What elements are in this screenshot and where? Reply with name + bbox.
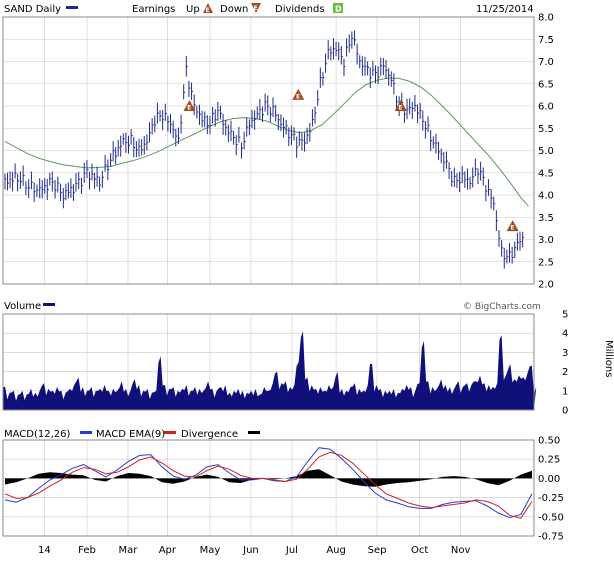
x-tick-label: Jul (285, 545, 298, 556)
macd-grid (3, 439, 534, 537)
x-tick-label: Aug (326, 545, 346, 556)
volume-tick-label: 0 (562, 406, 568, 417)
earnings-label: Earnings (132, 4, 175, 15)
price-tick-label: 8.0 (538, 13, 554, 24)
price-tick-label: 6.5 (538, 79, 554, 90)
divergence-legend-swatch (248, 431, 260, 434)
green-square-d-icon: D (333, 3, 343, 14)
chart-date: 11/25/2014 (476, 4, 534, 15)
moving-average-line (4, 77, 529, 207)
price-tick-label: 3.0 (538, 235, 554, 246)
symbol-label: SAND Daily (4, 4, 61, 15)
macd-legend-swatch (80, 431, 92, 434)
earnings-marker: E (292, 88, 305, 100)
x-tick-label: 14 (38, 545, 51, 556)
price-tick-label: 3.5 (538, 213, 554, 224)
macd-axis: 0.50 0.25 0.00 -0.25 -0.50 -0.75 (538, 436, 564, 543)
dividend-glyph: D (335, 5, 342, 14)
macd-tick-label: 0.50 (538, 436, 560, 447)
divergence-histogram (5, 469, 532, 487)
price-tick-label: 7.5 (538, 35, 554, 46)
macd-title: MACD(12,26) (4, 429, 71, 440)
price-tick-label: 2.5 (538, 257, 554, 268)
watermark: © BigCharts.com (463, 302, 541, 312)
volume-title: volume (4, 301, 41, 312)
ema-legend-swatch (164, 431, 176, 434)
macd-line (4, 447, 533, 519)
chart-header: SAND Daily Earnings Up E Down E Dividend… (4, 3, 534, 15)
x-tick-label: May (200, 545, 221, 556)
macd-tick-label: -0.75 (538, 532, 564, 543)
price-tick-label: 6.0 (538, 102, 554, 113)
earnings-marker: E (506, 220, 519, 232)
triangle-e-icon: E (203, 3, 213, 14)
volume-area (3, 331, 537, 410)
volume-axis-label: Millions (603, 340, 614, 377)
up-label: Up (186, 4, 200, 15)
divergence-area (5, 469, 532, 487)
volume-panel: volume © BigCharts.com 5 4 3 2 1 0 Millions (2, 301, 614, 417)
macd-ema-line (4, 451, 533, 519)
earnings-marker-glyph: E (187, 105, 191, 112)
earnings-markers: E E E E (183, 88, 519, 232)
volume-tick-label: 3 (562, 348, 568, 359)
earnings-marker-glyph: E (296, 93, 300, 100)
down-label: Down (220, 4, 248, 15)
x-tick-label: Feb (78, 545, 96, 556)
price-tick-label: 2.0 (538, 280, 554, 291)
x-tick-label: Nov (451, 545, 471, 556)
price-tick-label: 5.0 (538, 146, 554, 157)
price-tick-label: 5.5 (538, 124, 554, 135)
dividends-label: Dividends (275, 4, 325, 15)
x-tick-label: Oct (411, 545, 428, 556)
x-tick-label: Mar (119, 545, 139, 556)
price-grid (3, 16, 534, 285)
macd-panel: MACD(12,26) MACD EMA(9) Divergence 0.500… (2, 429, 564, 543)
price-panel: 8.07.57.06.56.05.55.04.54.03.53.02.52.0 … (2, 13, 554, 291)
volume-tick-label: 2 (562, 367, 568, 378)
price-tick-label: 4.5 (538, 168, 554, 179)
earnings-down-glyph: E (254, 5, 258, 12)
volume-axis: 5 4 3 2 1 0 (562, 310, 568, 417)
macd-tick-label: 0.25 (538, 455, 560, 466)
x-tick-label: Sep (368, 545, 387, 556)
macd-frame (2, 439, 535, 537)
price-tick-label: 7.0 (538, 57, 554, 68)
macd-tick-label: -0.50 (538, 512, 564, 523)
x-tick-label: Jun (242, 545, 259, 556)
price-bars (4, 30, 525, 269)
price-tick-label: 4.0 (538, 191, 554, 202)
earnings-up-glyph: E (206, 7, 210, 14)
price-axis: 8.0 7.5 7.0 6.5 6.0 5.5 5.0 4.5 4.0 3.5 3.0 2.5 2.0 (538, 13, 554, 291)
macd-tick-label: -0.25 (538, 493, 564, 504)
macd-tick-label: 0.00 (538, 474, 560, 485)
volume-legend-swatch (43, 303, 55, 306)
inverted-triangle-e-icon: E (251, 3, 261, 13)
macd-ema-label: MACD EMA(9) (96, 429, 165, 440)
earnings-marker-glyph: E (398, 105, 402, 112)
stock-chart: SAND Daily Earnings Up E Down E Dividend… (2, 3, 614, 556)
price-legend-swatch (66, 6, 78, 9)
volume-tick-label: 4 (562, 329, 568, 340)
earnings-marker-glyph: E (510, 225, 514, 232)
volume-tick-label: 1 (562, 386, 568, 397)
x-tick-label: Apr (159, 545, 177, 556)
volume-tick-label: 5 (562, 310, 568, 321)
divergence-label: Divergence (181, 429, 238, 440)
x-axis: 14 Feb Mar Apr May Jun Jul Aug Sep Oct Nov (38, 545, 470, 556)
